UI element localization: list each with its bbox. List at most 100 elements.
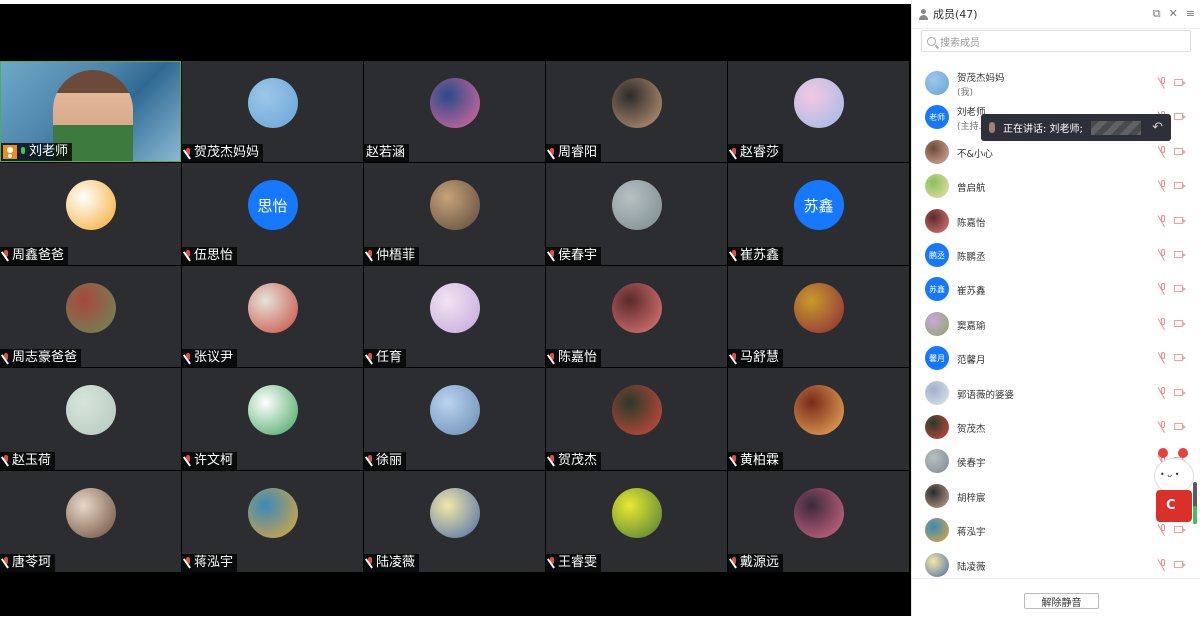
- video-tile[interactable]: 周睿阳: [546, 61, 727, 163]
- mic-muted-icon[interactable]: [1159, 249, 1167, 261]
- participant-name: 贺茂杰妈妈: [194, 145, 260, 161]
- camera-off-icon[interactable]: [1174, 388, 1186, 396]
- camera-off-icon[interactable]: [1174, 423, 1186, 430]
- video-tile[interactable]: 仲梧菲: [364, 163, 545, 265]
- tile-label: 侯春宇: [546, 246, 602, 265]
- camera-off-icon[interactable]: [1174, 560, 1186, 568]
- mic-muted-icon: [366, 250, 374, 261]
- member-name: 陆凌薇: [957, 561, 986, 573]
- video-tile[interactable]: 刘老师: [0, 61, 181, 163]
- member-row[interactable]: 鹏丞 陈鹏丞: [912, 238, 1200, 272]
- mascot-head: [1154, 458, 1194, 494]
- close-icon[interactable]: ✕: [1169, 7, 1178, 21]
- video-tile[interactable]: 思怡 伍思怡: [182, 163, 363, 265]
- mic-muted-icon[interactable]: [1159, 214, 1167, 227]
- participant-avatar: [611, 282, 662, 333]
- mic-muted-icon: [2, 455, 10, 466]
- member-name: 崔苏鑫: [957, 286, 986, 298]
- mic-muted-icon: [548, 455, 556, 466]
- unmute-button[interactable]: 解除静音: [1024, 593, 1099, 609]
- participant-name: 王睿雯: [558, 554, 598, 570]
- participant-avatar: [429, 180, 480, 231]
- tile-label: 刘老师: [1, 143, 73, 162]
- camera-off-icon[interactable]: [1174, 113, 1186, 121]
- mic-muted-icon[interactable]: [1159, 352, 1167, 364]
- video-tile[interactable]: 赵玉荷: [0, 368, 181, 470]
- search-icon: [927, 36, 936, 46]
- mic-muted-icon[interactable]: [1159, 558, 1167, 571]
- mascot-widget[interactable]: [1150, 446, 1200, 528]
- camera-off-icon[interactable]: [1174, 319, 1186, 327]
- mic-muted-icon[interactable]: [1159, 386, 1167, 399]
- speaking-indicator: 正在讲话: 刘老师; ↶: [981, 114, 1171, 141]
- mic-muted-icon[interactable]: [1159, 180, 1167, 192]
- participant-name: 赵玉荷: [12, 452, 52, 468]
- video-tile[interactable]: 赵睿莎: [728, 61, 909, 163]
- video-tile[interactable]: 贺茂杰妈妈: [182, 61, 363, 163]
- menu-icon[interactable]: ≡: [1186, 7, 1195, 21]
- member-avatar: [925, 552, 949, 577]
- member-row[interactable]: 贺茂杰: [912, 410, 1200, 444]
- video-tile[interactable]: 贺茂杰: [546, 368, 727, 470]
- mic-muted-icon[interactable]: [1159, 77, 1167, 89]
- video-tile[interactable]: 王睿雯: [546, 470, 727, 572]
- mic-muted-icon[interactable]: [1159, 317, 1167, 330]
- mic-muted-icon[interactable]: [1159, 145, 1167, 158]
- video-tile[interactable]: 张议尹: [182, 265, 363, 368]
- tile-label: 陆凌薇: [364, 553, 420, 572]
- video-tile[interactable]: 黄柏霖: [728, 368, 909, 470]
- member-row[interactable]: 郭语薇的婆婆: [912, 376, 1200, 410]
- tile-label: 贺茂杰妈妈: [182, 144, 264, 163]
- video-tile[interactable]: 唐苓珂: [0, 470, 181, 572]
- camera-off-icon[interactable]: [1174, 251, 1186, 258]
- video-tile[interactable]: 徐丽: [364, 368, 545, 470]
- member-row[interactable]: 馨月 范馨月: [912, 341, 1200, 375]
- video-tile[interactable]: 陈嘉怡: [546, 265, 727, 368]
- mic-muted-icon[interactable]: [1159, 421, 1167, 433]
- member-row[interactable]: 贺茂杰妈妈 (我): [912, 66, 1200, 100]
- video-tile[interactable]: 苏鑫 崔苏鑫: [728, 163, 909, 265]
- member-row[interactable]: 苏鑫 崔苏鑫: [912, 272, 1200, 306]
- member-name: 郭语薇的婆婆: [957, 389, 1015, 401]
- mic-muted-icon: [184, 147, 192, 159]
- video-tile[interactable]: 任育: [364, 265, 545, 368]
- participant-avatar: 苏鑫: [793, 180, 844, 231]
- video-tile[interactable]: 周鑫爸爸: [0, 163, 181, 265]
- participant-name: 徐丽: [376, 452, 403, 468]
- video-tile[interactable]: 周志豪爸爸: [0, 265, 181, 368]
- camera-off-icon[interactable]: [1174, 182, 1186, 190]
- mic-muted-icon[interactable]: [1159, 283, 1167, 295]
- participant-avatar: [429, 487, 480, 538]
- video-tile[interactable]: 马舒慧: [728, 265, 909, 368]
- member-avatar: [925, 311, 949, 336]
- participant-name: 赵若涵: [366, 145, 406, 161]
- video-tile[interactable]: 赵若涵: [364, 61, 545, 163]
- meeting-app: 刘老师 贺茂杰妈妈 赵若涵 周睿阳 赵睿莎 周鑫爸爸 思怡 伍思怡 仲梧菲 侯春宇 苏鑫 崔苏鑫 周志豪…: [0, 0, 1200, 616]
- undo-icon[interactable]: ↶: [1152, 120, 1163, 135]
- search-input[interactable]: 搜索成员: [921, 30, 1191, 52]
- mic-muted-icon: [548, 557, 556, 568]
- camera-off-icon[interactable]: [1174, 216, 1186, 224]
- member-row[interactable]: 窦嘉瑜: [912, 307, 1200, 341]
- member-row[interactable]: 陆凌薇: [912, 548, 1200, 582]
- video-tile[interactable]: 陆凌薇: [364, 470, 545, 572]
- camera-off-icon[interactable]: [1174, 147, 1186, 155]
- member-row[interactable]: 陈嘉怡: [912, 204, 1200, 238]
- participant-name: 刘老师: [29, 144, 69, 160]
- popout-icon[interactable]: ⧉: [1153, 7, 1161, 21]
- tile-label: 周鑫爸爸: [0, 246, 69, 265]
- member-avatar: [925, 415, 949, 439]
- camera-off-icon[interactable]: [1174, 285, 1186, 293]
- video-tile[interactable]: 许文柯: [182, 368, 363, 470]
- member-avatar: [925, 139, 949, 164]
- camera-off-icon[interactable]: [1174, 79, 1186, 86]
- tile-label: 张议尹: [182, 349, 238, 368]
- video-tile[interactable]: 蒋泓宇: [182, 470, 363, 572]
- video-tile[interactable]: 侯春宇: [546, 163, 727, 265]
- camera-off-icon[interactable]: [1174, 354, 1186, 362]
- mic-muted-icon: [184, 352, 192, 364]
- participant-avatar: [611, 78, 662, 128]
- mic-muted-icon: [366, 557, 374, 568]
- video-tile[interactable]: 戴源远: [728, 470, 909, 572]
- member-row[interactable]: 曾启航: [912, 169, 1200, 203]
